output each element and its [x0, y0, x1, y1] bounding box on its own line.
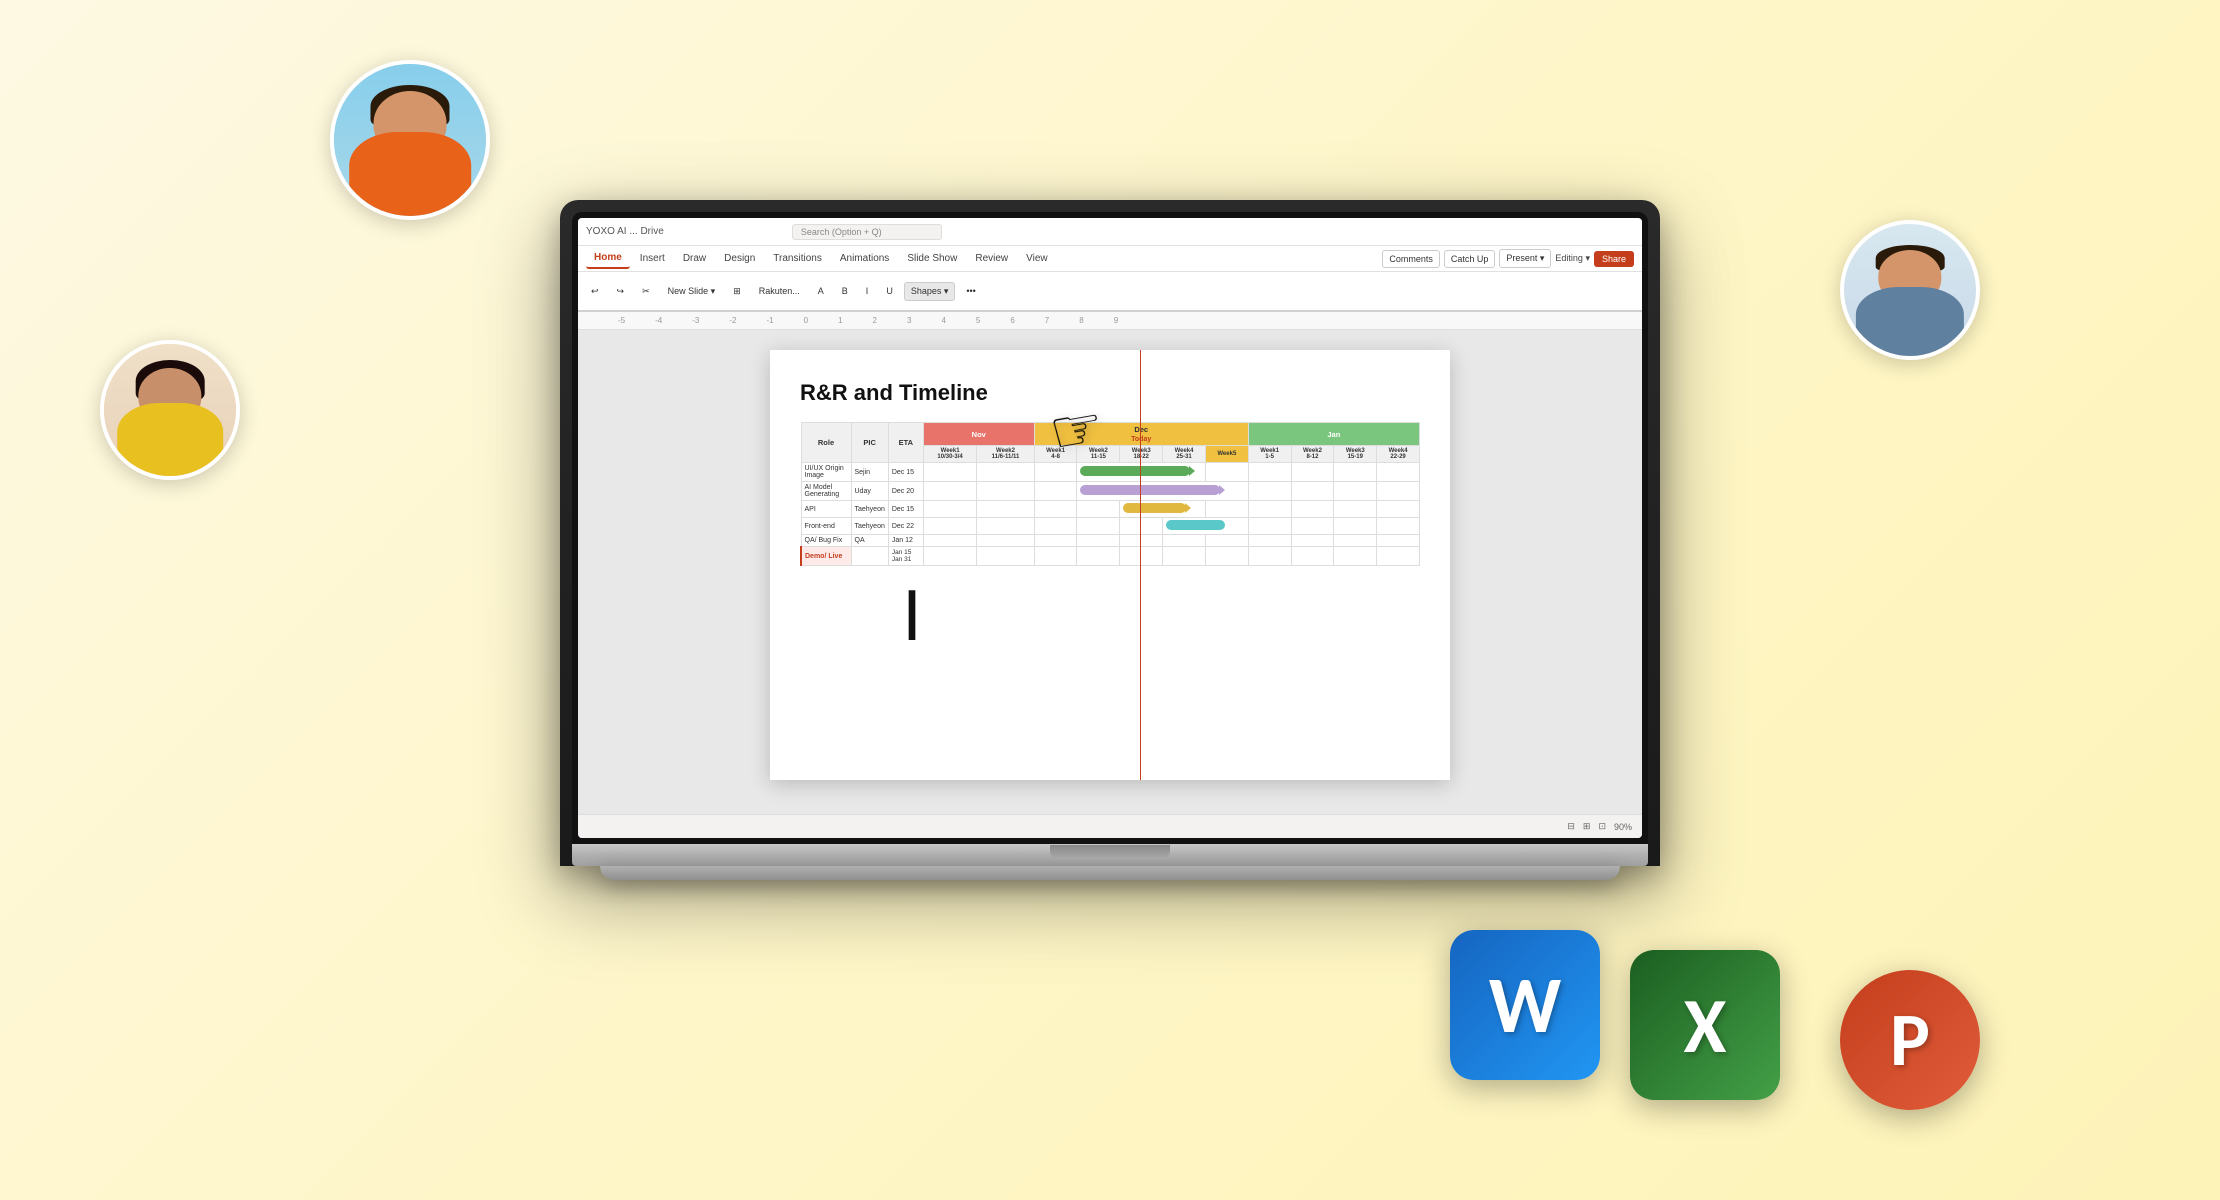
toolbar-layout[interactable]: ⊞	[726, 282, 748, 301]
toolbar-cut[interactable]: ✂	[635, 282, 657, 301]
slide-title: R&R and Timeline	[800, 380, 1420, 406]
laptop-base	[572, 844, 1648, 866]
gantt-row-highlight: Demo/ Live Jan 15Jan 31	[801, 547, 1420, 566]
ppt-content-area: R&R and Timeline Role PIC ETA Nov	[578, 330, 1642, 814]
gantt-week-col: Week5	[1205, 446, 1248, 463]
gantt-week-col: Week110/30-3/4	[923, 446, 976, 463]
laptop-container: YOXO AI ... Drive Search (Option + Q) Ho…	[560, 200, 1660, 880]
gantt-week-col: Week211-15	[1077, 446, 1120, 463]
gantt-row: AI Model Generating Uday Dec 20	[801, 482, 1420, 501]
laptop-notch	[1050, 845, 1170, 859]
view-normal[interactable]: ⊟	[1567, 821, 1575, 832]
gantt-week-col: Week211/6-11/11	[977, 446, 1034, 463]
toolbar-italic[interactable]: I	[859, 282, 876, 300]
gantt-header-role: Role	[801, 423, 851, 463]
gantt-week-col: Week318-22	[1120, 446, 1163, 463]
ppt-title: YOXO AI ... Drive	[586, 226, 664, 237]
editing-label: Editing ▾	[1555, 253, 1590, 264]
laptop-screen: YOXO AI ... Drive Search (Option + Q) Ho…	[578, 218, 1642, 838]
gantt-row: UI/UX Origin Image Sejin Dec 15	[801, 463, 1420, 482]
ppt-search[interactable]: Search (Option + Q)	[792, 224, 942, 240]
gantt-row: QA/ Bug Fix QA Jan 12	[801, 535, 1420, 547]
gantt-header-nov: Nov	[923, 423, 1034, 446]
toolbar-more[interactable]: •••	[959, 282, 982, 300]
avatar-man-gray	[1840, 220, 1980, 360]
gantt-header-pic: PIC	[851, 423, 888, 463]
toolbar-shapes[interactable]: Shapes ▾	[904, 282, 956, 301]
ppt-toolbar: ↩ ↪ ✂ New Slide ▾ ⊞ Rakuten... A B I U S…	[578, 272, 1642, 312]
gantt-row: API Taehyeon Dec 15	[801, 501, 1420, 518]
tab-home[interactable]: Home	[586, 248, 630, 269]
gantt-week-col: Week28-12	[1291, 446, 1334, 463]
ppt-window: YOXO AI ... Drive Search (Option + Q) Ho…	[578, 218, 1642, 838]
btn-share[interactable]: Share	[1594, 251, 1634, 267]
icon-excel[interactable]: X	[1630, 950, 1780, 1100]
tab-review[interactable]: Review	[967, 249, 1016, 268]
gantt-row: Front-end Taehyeon Dec 22	[801, 518, 1420, 535]
slide-canvas[interactable]: R&R and Timeline Role PIC ETA Nov	[770, 350, 1450, 780]
tab-view[interactable]: View	[1018, 249, 1056, 268]
tab-animations[interactable]: Animations	[832, 249, 897, 268]
gantt-week-col: Week315-19	[1334, 446, 1377, 463]
ppt-ribbon-tabs: Home Insert Draw Design Transitions Anim…	[578, 246, 1642, 272]
toolbar-new-slide[interactable]: New Slide ▾	[661, 282, 723, 301]
today-line	[1140, 350, 1141, 780]
gantt-header-dec: DecToday	[1034, 423, 1248, 446]
ppt-titlebar: YOXO AI ... Drive Search (Option + Q)	[578, 218, 1642, 246]
toolbar-font-size[interactable]: A	[811, 282, 831, 300]
ppt-ruler: -5-4-3-2-10123456789	[578, 312, 1642, 330]
toolbar-underline[interactable]: U	[879, 282, 900, 300]
view-slide[interactable]: ⊞	[1583, 821, 1591, 832]
view-reading[interactable]: ⊡	[1598, 821, 1606, 832]
icon-powerpoint[interactable]: P	[1840, 970, 1980, 1110]
btn-catch-up[interactable]: Catch Up	[1444, 250, 1496, 268]
tab-slideshow[interactable]: Slide Show	[899, 249, 965, 268]
avatar-woman-yellow	[100, 340, 240, 480]
ppt-statusbar: ⊟ ⊞ ⊡ 90%	[578, 814, 1642, 838]
zoom-level: 90%	[1614, 822, 1632, 832]
tab-insert[interactable]: Insert	[632, 249, 673, 268]
gantt-week-col: Week14-8	[1034, 446, 1077, 463]
avatar-woman-orange	[330, 60, 490, 220]
btn-comments[interactable]: Comments	[1382, 250, 1440, 268]
toolbar-redo[interactable]: ↪	[610, 282, 632, 301]
icon-word[interactable]: W	[1450, 930, 1600, 1080]
slide-panel: R&R and Timeline Role PIC ETA Nov	[578, 330, 1642, 814]
laptop-screen-bezel: YOXO AI ... Drive Search (Option + Q) Ho…	[572, 212, 1648, 844]
gantt-header-eta: ETA	[888, 423, 923, 463]
gantt-header-jan: Jan	[1248, 423, 1419, 446]
gantt-week-col: Week11-5	[1248, 446, 1291, 463]
tab-design[interactable]: Design	[716, 249, 763, 268]
btn-present[interactable]: Present ▾	[1499, 249, 1551, 268]
gantt-week-col: Week425-31	[1163, 446, 1206, 463]
gantt-week-col: Week422-29	[1377, 446, 1420, 463]
laptop-body: YOXO AI ... Drive Search (Option + Q) Ho…	[560, 200, 1660, 866]
gantt-table: Role PIC ETA Nov DecToday Jan	[800, 422, 1420, 566]
laptop-foot	[600, 866, 1620, 880]
toolbar-bold[interactable]: B	[835, 282, 855, 300]
tab-draw[interactable]: Draw	[675, 249, 714, 268]
tab-transitions[interactable]: Transitions	[765, 249, 830, 268]
toolbar-undo[interactable]: ↩	[584, 282, 606, 301]
toolbar-text[interactable]: Rakuten...	[752, 282, 807, 300]
